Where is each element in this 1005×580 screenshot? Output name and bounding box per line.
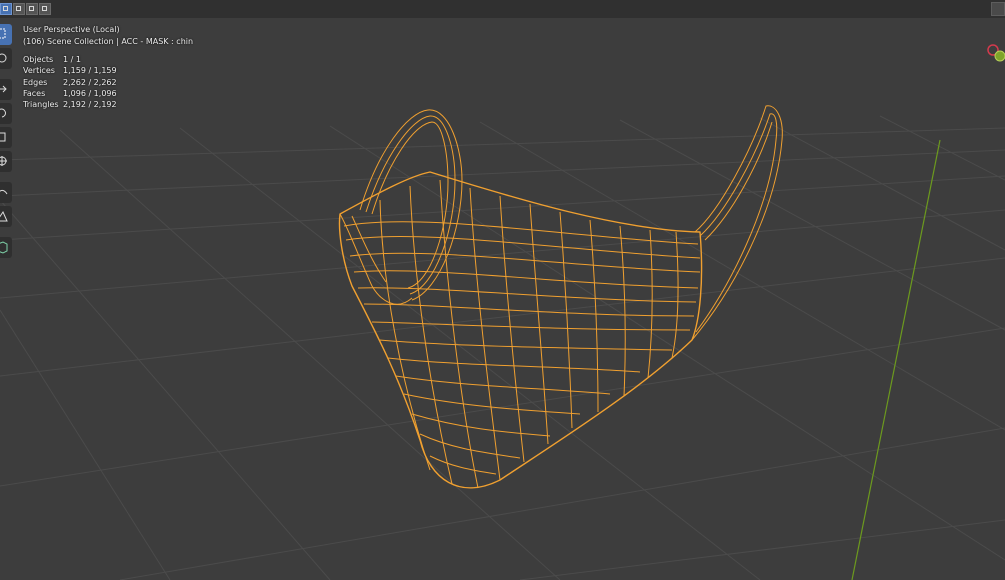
viewport-options-button[interactable] xyxy=(991,2,1005,16)
stat-triangles: Triangles 2,192 / 2,192 xyxy=(23,99,193,110)
vertex-select-button[interactable] xyxy=(0,3,12,15)
viewport-text-overlay: User Perspective (Local) (106) Scene Col… xyxy=(23,24,193,110)
rotate-tool[interactable] xyxy=(0,103,12,124)
edge-select-button[interactable] xyxy=(13,3,25,15)
cursor-tool[interactable] xyxy=(0,48,12,69)
header-bar xyxy=(0,0,1005,18)
floor-grid xyxy=(0,115,1005,580)
move-icon xyxy=(0,85,7,93)
transform-tool[interactable] xyxy=(0,151,12,172)
stat-value: 1 / 1 xyxy=(63,55,81,64)
stat-label: Edges xyxy=(23,77,48,87)
collection-info: (106) Scene Collection | ACC - MASK : ch… xyxy=(23,37,194,46)
tool-shelf xyxy=(0,24,12,258)
stat-label: Faces xyxy=(23,88,46,98)
xray-toggle-button[interactable] xyxy=(39,3,51,15)
scale-icon xyxy=(0,132,6,142)
annotate-tool[interactable] xyxy=(0,182,12,203)
face-select-button[interactable] xyxy=(26,3,38,15)
annotate-icon xyxy=(0,189,8,195)
select-box-icon xyxy=(0,28,6,39)
stat-edges: Edges 2,262 / 2,262 xyxy=(23,77,193,88)
scale-tool[interactable] xyxy=(0,127,12,148)
stat-label: Vertices xyxy=(23,66,55,76)
stat-value: 2,192 / 2,192 xyxy=(63,100,117,110)
statistics: Objects 1 / 1 Vertices 1,159 / 1,159 Edg… xyxy=(23,54,193,110)
select-mode-group xyxy=(0,3,51,15)
cursor-icon xyxy=(0,53,7,63)
rotate-icon xyxy=(0,108,6,118)
view-name: User Perspective (Local) xyxy=(23,25,120,34)
measure-tool[interactable] xyxy=(0,206,12,227)
transform-icon xyxy=(0,156,7,166)
add-cube-icon xyxy=(0,241,8,254)
navigation-gizmo[interactable] xyxy=(987,44,1005,62)
move-tool[interactable] xyxy=(0,79,12,100)
stat-faces: Faces 1,096 / 1,096 xyxy=(23,88,193,99)
select-box-tool[interactable] xyxy=(0,24,12,45)
add-cube-tool[interactable] xyxy=(0,237,12,258)
stat-vertices: Vertices 1,159 / 1,159 xyxy=(23,65,193,76)
stat-label: Objects xyxy=(23,55,54,64)
stat-value: 1,096 / 1,096 xyxy=(63,88,117,98)
stat-objects: Objects 1 / 1 xyxy=(23,54,193,65)
y-axis-line xyxy=(851,139,941,580)
stat-label: Triangles xyxy=(23,100,59,110)
measure-icon xyxy=(0,210,8,222)
stat-value: 2,262 / 2,262 xyxy=(63,77,117,87)
stat-value: 1,159 / 1,159 xyxy=(63,66,117,76)
